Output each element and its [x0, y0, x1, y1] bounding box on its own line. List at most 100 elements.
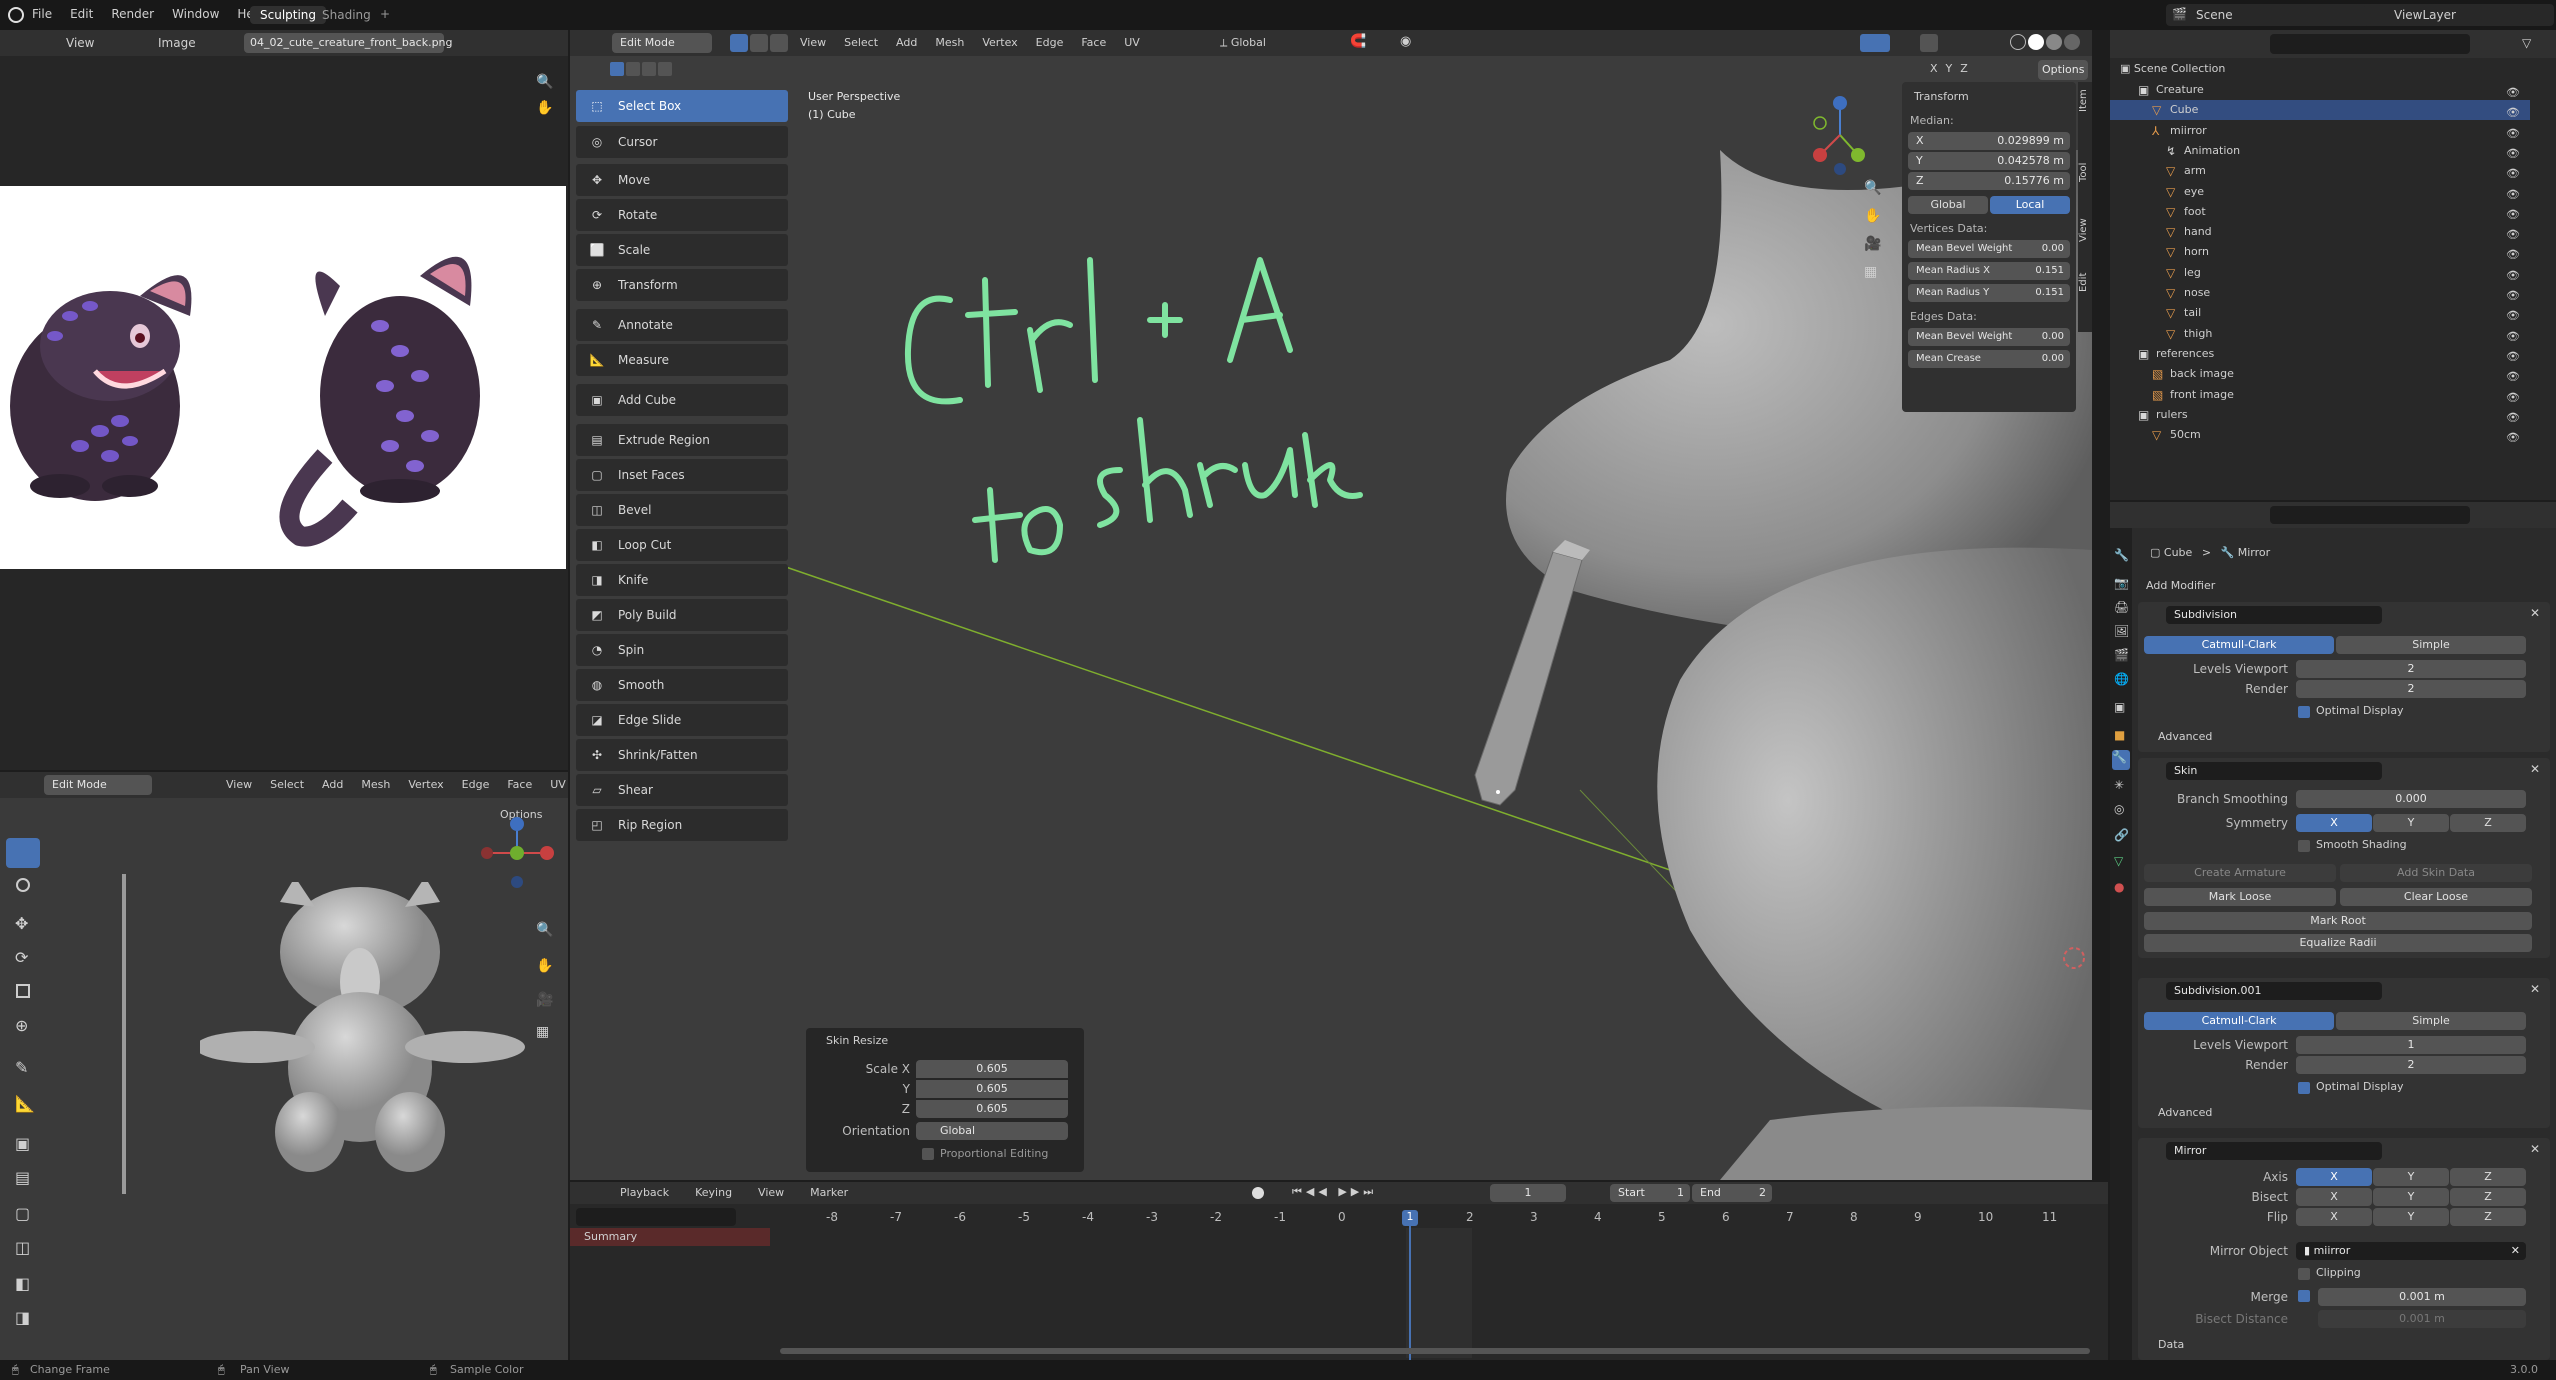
merge-checkbox[interactable]: [2298, 1290, 2310, 1302]
add-cube-tool-icon[interactable]: ▣: [15, 1134, 30, 1153]
image-file-field[interactable]: 04_02_cute_creature_front_back.png: [244, 33, 453, 53]
select-tool-icon[interactable]: [6, 838, 40, 868]
tool-spin[interactable]: ◔ Spin: [576, 634, 788, 666]
small-menu-edge[interactable]: Edge: [462, 778, 490, 791]
outliner-item[interactable]: ▽ eye 👁: [2110, 182, 2530, 202]
add-modifier-dropdown[interactable]: Add Modifier: [2140, 576, 2550, 596]
tool-poly-build[interactable]: ◩ Poly Build: [576, 599, 788, 631]
menu-file[interactable]: File: [32, 7, 52, 21]
tool-annotate[interactable]: ✎ Annotate: [576, 309, 788, 341]
outliner-item[interactable]: ▽ tail 👁: [2110, 303, 2530, 323]
outliner-item[interactable]: ▣ Creature 👁: [2110, 80, 2530, 100]
mean-crease-field[interactable]: Mean Crease 0.00: [1908, 350, 2070, 368]
mirror-object-field[interactable]: ▮ miirror ✕: [2296, 1242, 2526, 1260]
bisect-y[interactable]: Y: [2373, 1188, 2449, 1206]
start-frame-field[interactable]: Start 1: [1610, 1184, 1690, 1202]
tool-inset-faces[interactable]: ▢ Inset Faces: [576, 459, 788, 491]
create-armature-button[interactable]: Create Armature: [2144, 864, 2336, 882]
global-toggle[interactable]: Global: [1908, 196, 1988, 214]
tool-loop-cut[interactable]: ◧ Loop Cut: [576, 529, 788, 561]
scale-tool-icon[interactable]: [16, 984, 30, 998]
bisect-x[interactable]: X: [2296, 1188, 2372, 1206]
subdivision2-name-field[interactable]: Subdivision.001: [2166, 982, 2382, 1000]
outliner-item[interactable]: ▽ horn 👁: [2110, 242, 2530, 262]
outliner-item[interactable]: ▽ arm 👁: [2110, 161, 2530, 181]
filter-icon[interactable]: ▽: [2522, 36, 2531, 50]
small-menu-mesh[interactable]: Mesh: [361, 778, 390, 791]
world-tab-icon[interactable]: 🌐: [2114, 672, 2129, 686]
viewlayer-selector[interactable]: ViewLayer: [2364, 4, 2554, 26]
timeline-search[interactable]: [576, 1208, 736, 1226]
outliner-item[interactable]: ▣ references 👁: [2110, 344, 2530, 364]
outliner-item[interactable]: ↯ Animation 👁: [2110, 141, 2530, 161]
annotate-tool-icon[interactable]: ✎: [15, 1058, 28, 1077]
scene-selector[interactable]: 🎬 Scene: [2166, 4, 2376, 26]
equalize-radii-button[interactable]: Equalize Radii: [2144, 934, 2532, 952]
advanced-section-2[interactable]: Advanced: [2158, 1106, 2212, 1119]
physics-tab-icon[interactable]: ◎: [2114, 802, 2124, 816]
mark-root-button[interactable]: Mark Root: [2144, 912, 2532, 930]
median-x-field[interactable]: X 0.029899 m: [1908, 132, 2070, 150]
tool-scale[interactable]: ⬜ Scale: [576, 234, 788, 266]
scale-y-field[interactable]: 0.605: [916, 1080, 1068, 1098]
small-menu-uv[interactable]: UV: [550, 778, 566, 791]
tool-smooth[interactable]: ◍ Smooth: [576, 669, 788, 701]
catmull-clark-tab-2[interactable]: Catmull-Clark: [2144, 1012, 2334, 1030]
bisect-z[interactable]: Z: [2450, 1188, 2526, 1206]
tool-cursor[interactable]: ◎ Cursor: [576, 126, 788, 158]
mean-radius-x-field[interactable]: Mean Radius X 0.151: [1908, 262, 2070, 280]
add-skin-data-button[interactable]: Add Skin Data: [2340, 864, 2532, 882]
bisect-distance-field[interactable]: 0.001 m: [2318, 1310, 2526, 1328]
tool-move[interactable]: ✥ Move: [576, 164, 788, 196]
small-menu-face[interactable]: Face: [507, 778, 532, 791]
axis-x[interactable]: X: [2296, 1168, 2372, 1186]
timeline-scrollbar[interactable]: [780, 1348, 2090, 1354]
symmetry-y[interactable]: Y: [2373, 814, 2449, 832]
smooth-shading-checkbox[interactable]: [2298, 840, 2310, 852]
playhead-line[interactable]: [1409, 1212, 1411, 1360]
orientation-dropdown[interactable]: Global: [916, 1122, 1068, 1140]
record-icon[interactable]: [1252, 1187, 1264, 1199]
tool-select-box[interactable]: ⬚ Select Box: [576, 90, 788, 122]
subdivision2-close-icon[interactable]: ✕: [2530, 982, 2540, 996]
move-tool-icon[interactable]: ✥: [15, 914, 28, 933]
tool-shear[interactable]: ▱ Shear: [576, 774, 788, 806]
particles-tab-icon[interactable]: ✳: [2114, 778, 2124, 792]
scale-z-field[interactable]: 0.605: [916, 1100, 1068, 1118]
flip-y[interactable]: Y: [2373, 1208, 2449, 1226]
mark-loose-button[interactable]: Mark Loose: [2144, 888, 2336, 906]
small-mode-selector[interactable]: Edit Mode: [44, 775, 152, 795]
tab-shading[interactable]: Shading: [322, 8, 371, 22]
measure-tool-icon[interactable]: 📐: [15, 1094, 35, 1113]
menu-window[interactable]: Window: [172, 7, 219, 21]
simple-tab[interactable]: Simple: [2336, 636, 2526, 654]
tool-rip-region[interactable]: ◰ Rip Region: [576, 809, 788, 841]
menu-marker[interactable]: Marker: [810, 1186, 848, 1199]
proportional-checkbox[interactable]: [922, 1148, 934, 1160]
scene-tab-icon[interactable]: 🎬: [2114, 648, 2129, 662]
loopcut-tool-icon[interactable]: ◧: [15, 1274, 30, 1293]
playback-controls[interactable]: ⏮◀◀ ▶▶⏭: [1292, 1185, 1377, 1199]
flip-z[interactable]: Z: [2450, 1208, 2526, 1226]
inset-tool-icon[interactable]: ▢: [15, 1204, 30, 1223]
tool-knife[interactable]: ◨ Knife: [576, 564, 788, 596]
zoom-icon[interactable]: 🔍: [536, 74, 553, 90]
transform-tool-icon[interactable]: ⊕: [15, 1016, 28, 1035]
median-z-field[interactable]: Z 0.15776 m: [1908, 172, 2070, 190]
skin-name-field[interactable]: Skin: [2166, 762, 2382, 780]
tab-edit[interactable]: Edit: [2078, 273, 2089, 292]
playhead-label[interactable]: 1: [1402, 1210, 1418, 1226]
small-menu-select[interactable]: Select: [270, 778, 304, 791]
mean-radius-y-field[interactable]: Mean Radius Y 0.151: [1908, 284, 2070, 302]
outliner-item[interactable]: ▽ hand 👁: [2110, 222, 2530, 242]
main-grid-icon[interactable]: ▦: [1864, 264, 1877, 280]
symmetry-z[interactable]: Z: [2450, 814, 2526, 832]
tab-view[interactable]: View: [2078, 218, 2089, 242]
subdivision-close-icon[interactable]: ✕: [2530, 606, 2540, 620]
mean-bevel-weight-field[interactable]: Mean Bevel Weight 0.00: [1908, 240, 2070, 258]
levels-viewport-field[interactable]: 2: [2296, 660, 2526, 678]
clear-field-icon[interactable]: ✕: [2511, 1242, 2520, 1260]
mirror-name-field[interactable]: Mirror: [2166, 1142, 2382, 1160]
view-menu[interactable]: View: [66, 36, 94, 50]
edge-mean-bevel-field[interactable]: Mean Bevel Weight 0.00: [1908, 328, 2070, 346]
